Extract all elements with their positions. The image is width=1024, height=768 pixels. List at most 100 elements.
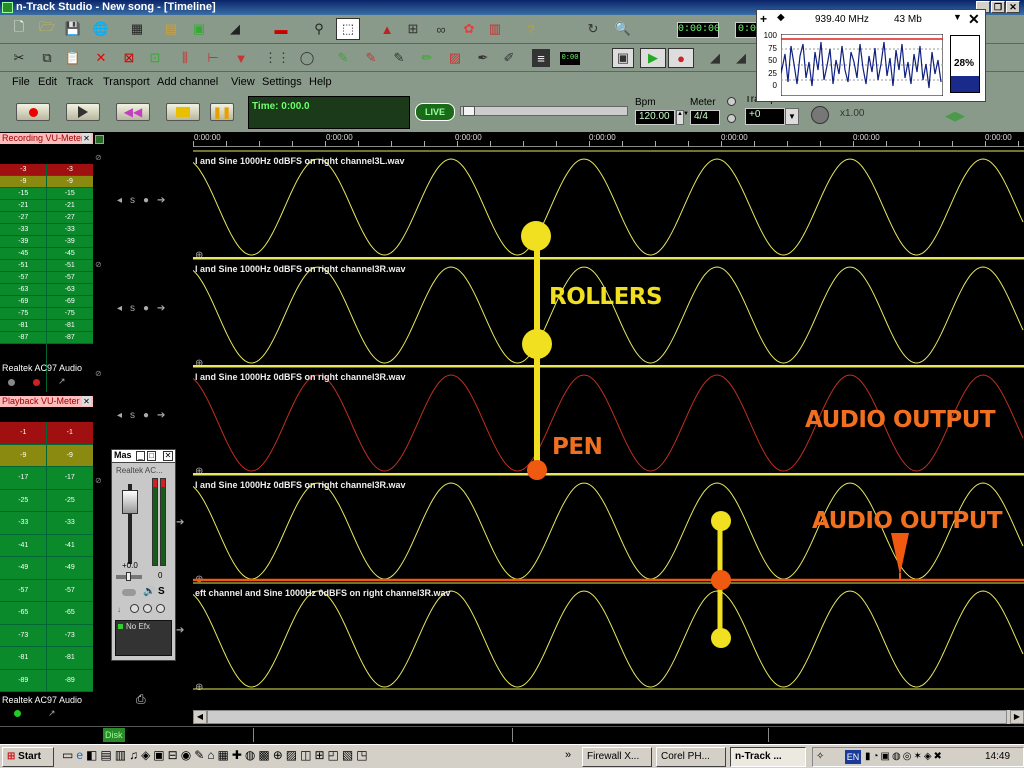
solo-icon[interactable]: S [158,586,165,597]
restore-button[interactable]: ❐ [991,1,1005,13]
ramp-2-icon[interactable]: ◢ [732,49,750,67]
perf-expand-icon[interactable]: + [760,12,767,26]
remove-icon[interactable]: ⊠ [120,49,138,67]
view-mode-2-icon[interactable]: ▶ [640,48,666,68]
nudge-arrows-icon[interactable]: ◀▶ [945,108,965,124]
tracks-icon[interactable]: ▬ [272,20,290,38]
ql-app-3-icon[interactable]: ▥ [115,748,126,766]
ql-app-1-icon[interactable]: ◧ [86,748,97,766]
rec-settings-icon[interactable]: ↗ [58,376,66,387]
task-corel[interactable]: Corel PH... [656,747,726,767]
track-controls-row[interactable]: ◂s●➔ [117,410,173,421]
ql-app-21-icon[interactable]: ◳ [356,748,367,766]
list-icon[interactable]: ≡ [532,49,550,67]
mixer-min-icon[interactable]: _ [136,451,145,461]
ql-app-9-icon[interactable]: ✎ [194,748,204,766]
pen-tip[interactable] [527,460,547,480]
ql-app-10-icon[interactable]: ⌂ [207,748,214,766]
horizontal-scrollbar[interactable]: ◀ ▶ [193,710,1024,724]
track-controls-row[interactable]: ◂s●➔ [117,303,173,314]
audio-waveform[interactable] [193,266,1024,364]
track-slot-icon[interactable]: ⊘ [95,153,102,162]
audio-waveform[interactable] [193,590,1024,688]
pencil-icon[interactable]: ✏ [418,49,436,67]
tray-icons[interactable]: ▮◔▣◍◎✶◈✖ [865,751,944,762]
mixer-max-icon[interactable]: □ [147,451,156,461]
ql-app-20-icon[interactable]: ▧ [342,748,353,766]
delete-icon[interactable]: ✕ [92,49,110,67]
trim-icon[interactable]: ⊢ [204,49,222,67]
ql-app-5-icon[interactable]: ◈ [141,748,150,766]
menu-edit[interactable]: Edit [38,76,57,88]
transpose-field[interactable]: +0 [745,108,785,125]
selection-tool-icon[interactable]: ⬚ [336,18,360,40]
play-button[interactable] [66,103,100,121]
track-arrow-icon[interactable]: ➔ [176,517,192,528]
bpm-stepper[interactable]: ▲▼ [676,110,689,125]
task-ntrack[interactable]: n-Track ... [730,747,806,767]
menu-add-channel[interactable]: Add channel [157,76,218,88]
ramp-1-icon[interactable]: ◢ [706,49,724,67]
new-file-icon[interactable]: 🗋 [10,19,28,38]
roller-top[interactable] [521,221,551,251]
track-controls-row[interactable]: ◂s●➔ [117,195,173,206]
ql-app-8-icon[interactable]: ◉ [181,748,191,766]
ql-app-18-icon[interactable]: ⊞ [314,748,324,766]
rec-indicator-2-icon[interactable] [33,379,40,386]
rec-indicator-1-icon[interactable] [8,379,15,386]
save-all-icon[interactable]: ▣ [190,20,208,38]
zoom-icon[interactable]: 🔍 [614,20,632,38]
position-slider[interactable] [460,106,628,116]
pen-tool-icon[interactable]: ✎ [334,49,352,67]
input-icon[interactable]: ↓ [117,605,121,614]
timeline-ruler[interactable]: 0:00:00 0:00:00 0:00:00 0:00:00 0:00:00 0:00:… [193,132,1024,147]
ql-app-17-icon[interactable]: ◫ [300,748,311,766]
position-slider-thumb[interactable] [463,106,475,116]
track-handle-icon[interactable]: ⊕ [195,682,203,693]
ql-app-11-icon[interactable]: ▦ [218,748,229,766]
stop-button[interactable] [166,103,200,121]
recording-vu-close-icon[interactable]: ✕ [82,133,91,143]
track-slot-icon[interactable]: ⊘ [95,260,102,269]
bpm-field[interactable]: 120.00 [635,110,675,125]
task-firewall[interactable]: Firewall X... [582,747,652,767]
knob-1[interactable] [130,604,139,613]
menu-track[interactable]: Track [66,76,93,88]
help-icon[interactable]: ? [522,20,540,38]
volume-fader[interactable] [122,490,138,514]
ql-desktop-icon[interactable]: ▭ [62,748,73,766]
loop-icon[interactable]: ↻ [584,20,602,38]
link-icon[interactable]: ∞ [432,20,450,38]
efx-panel[interactable]: No Efx [115,620,172,656]
play-indicator-icon[interactable] [14,710,21,717]
perf-close-icon[interactable]: ✕ [968,11,980,28]
meter-field[interactable]: 4/4 [690,110,720,125]
copy-icon[interactable]: ⧉ [38,49,56,67]
pen-tool-red-icon[interactable]: ✎ [362,49,380,67]
paste-icon[interactable]: 📋 [64,49,82,67]
play-settings-icon[interactable]: ↗ [48,708,56,719]
audio-waveform[interactable] [193,158,1024,256]
fade-icon[interactable]: ◢ [226,20,244,38]
export-icon[interactable]: ⎙ [136,692,146,707]
mixer-icon[interactable]: ⊞ [404,20,422,38]
menu-settings[interactable]: Settings [262,76,302,88]
pen-edit-icon[interactable]: ✐ [500,49,518,67]
taskbar-more-icon[interactable]: » [565,749,571,761]
cut-icon[interactable]: ✂ [10,49,28,67]
tray-tools-icon[interactable]: ✧ [816,751,824,762]
view-mode-3-icon[interactable]: ● [668,48,694,68]
meter-radio-1[interactable] [727,97,736,106]
track-slot-icon[interactable]: ⊘ [95,476,102,485]
ql-app-19-icon[interactable]: ◰ [328,748,339,766]
perf-down-icon[interactable]: ▼ [953,12,962,22]
menu-file[interactable]: File [12,76,30,88]
transpose-dropdown-icon[interactable]: ▼ [785,108,799,125]
rewind-button[interactable]: ◀◀ [116,103,150,121]
ql-app-7-icon[interactable]: ⊟ [168,748,178,766]
record-button[interactable] [16,103,50,121]
ql-app-15-icon[interactable]: ⊕ [273,748,283,766]
scroll-thumb[interactable] [207,710,1007,724]
pen-tool-black-icon[interactable]: ✎ [390,49,408,67]
mixer-close-icon[interactable]: ✕ [163,451,173,461]
